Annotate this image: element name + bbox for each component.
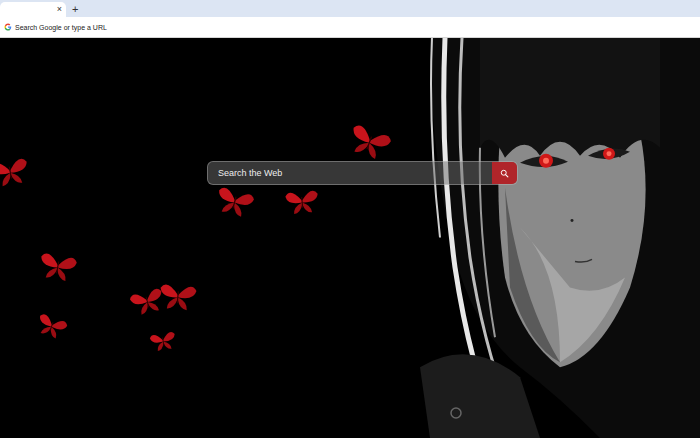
address-bar[interactable]: Search Google or type a URL: [0, 17, 700, 38]
new-tab-page: Search the Web: [0, 38, 700, 438]
address-placeholder: Search Google or type a URL: [15, 24, 107, 31]
new-tab-button[interactable]: +: [72, 2, 78, 17]
tab-close-button[interactable]: ×: [57, 5, 62, 14]
search-box[interactable]: Search the Web: [207, 161, 518, 185]
browser-window: × + Search Google or type a URL Search t…: [0, 0, 700, 438]
search-button[interactable]: [492, 162, 517, 184]
browser-tab[interactable]: ×: [0, 2, 66, 17]
search-placeholder: Search the Web: [208, 162, 492, 184]
google-icon: [4, 23, 12, 31]
wallpaper-image: [0, 38, 700, 438]
tab-strip: × +: [0, 0, 700, 17]
magnifier-icon: [500, 169, 509, 178]
